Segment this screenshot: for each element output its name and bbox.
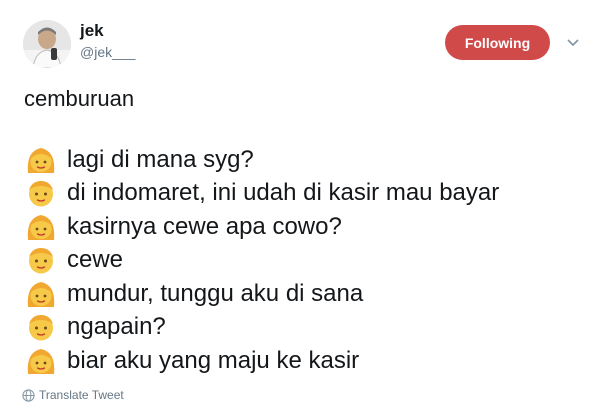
- chat-line-text: ngapain?: [67, 313, 166, 341]
- chat-transcript: lagi di mana syg? di indomaret, ini udah…: [24, 143, 499, 378]
- chat-line-text: mundur, tunggu aku di sana: [67, 279, 364, 307]
- avatar[interactable]: [23, 20, 71, 68]
- display-name[interactable]: jek: [80, 21, 104, 41]
- chat-line-text: di indomaret, ini udah di kasir mau baya…: [67, 179, 500, 207]
- globe-icon: [22, 388, 35, 402]
- tweet-card: jek @jek___ Following cemburuan lagi di …: [0, 0, 599, 416]
- boy-emoji-icon: [29, 248, 53, 274]
- chevron-down-icon[interactable]: [566, 36, 580, 50]
- chat-line: cewe: [24, 244, 499, 278]
- chat-line: biar aku yang maju ke kasir: [24, 344, 499, 378]
- tweet-text: cemburuan: [24, 86, 135, 111]
- user-handle[interactable]: @jek___: [80, 44, 135, 60]
- boy-emoji-icon: [29, 181, 53, 207]
- girl-emoji-icon: [27, 281, 55, 307]
- translate-tweet-link[interactable]: Translate Tweet: [22, 388, 124, 402]
- chat-line-text: cewe: [67, 246, 124, 274]
- chat-line-text: lagi di mana syg?: [67, 145, 254, 173]
- chat-line: mundur, tunggu aku di sana: [24, 277, 499, 311]
- chat-line-text: kasirnya cewe apa cowo?: [67, 212, 342, 240]
- chat-line: lagi di mana syg?: [24, 143, 499, 177]
- chat-line-text: biar aku yang maju ke kasir: [67, 346, 360, 374]
- following-button[interactable]: Following: [445, 25, 550, 60]
- chat-line: kasirnya cewe apa cowo?: [24, 210, 499, 244]
- girl-emoji-icon: [27, 348, 55, 374]
- chat-line: ngapain?: [24, 311, 499, 345]
- translate-tweet-label: Translate Tweet: [39, 388, 124, 402]
- avatar-image: [23, 20, 71, 68]
- chat-line: di indomaret, ini udah di kasir mau baya…: [24, 177, 499, 211]
- girl-emoji-icon: [27, 147, 55, 173]
- girl-emoji-icon: [27, 214, 55, 240]
- boy-emoji-icon: [29, 315, 53, 341]
